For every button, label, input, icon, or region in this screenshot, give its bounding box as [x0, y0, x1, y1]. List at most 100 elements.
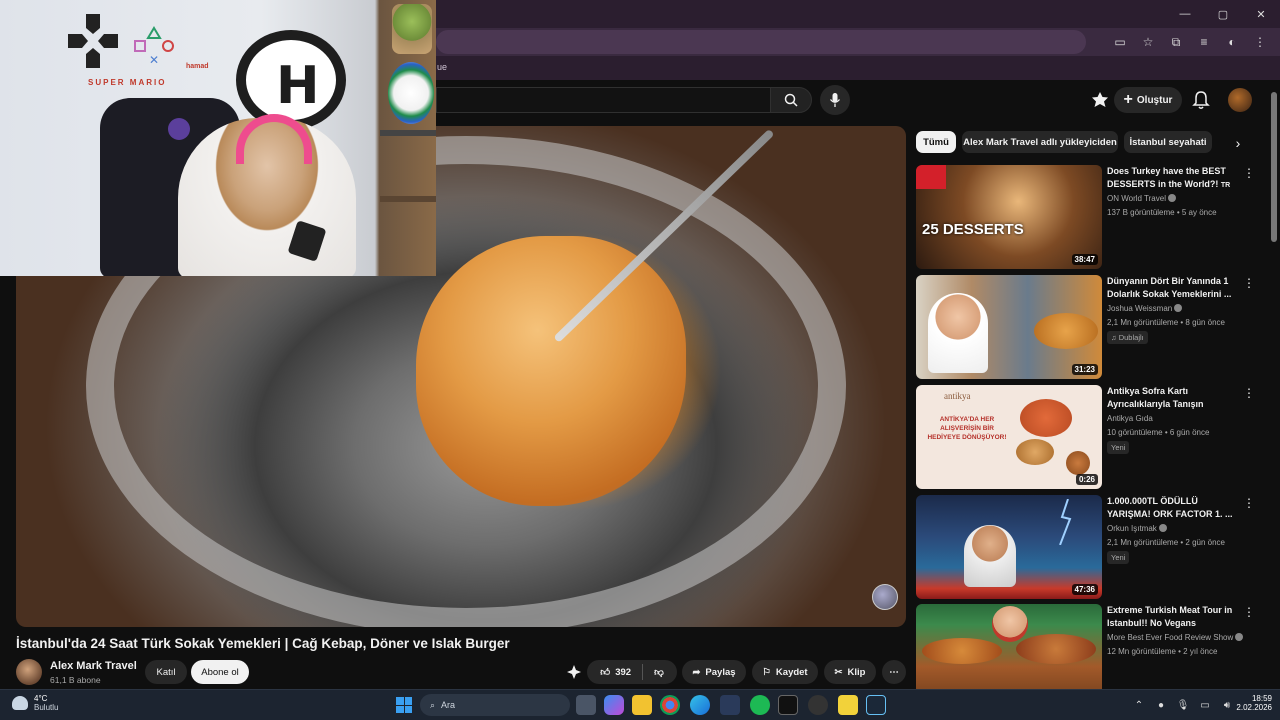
ask-ai-icon[interactable]	[566, 664, 582, 680]
channel-watermark[interactable]	[872, 584, 898, 610]
chevron-right-icon[interactable]: ›	[1228, 133, 1248, 153]
chip-from-uploader[interactable]: Alex Mark Travel adlı yükleyiciden	[962, 131, 1118, 153]
channel-name[interactable]: ON World Travel	[1107, 194, 1176, 203]
svg-text:✕: ✕	[149, 53, 159, 66]
browser-menu-icon[interactable]: ⋮	[1250, 32, 1270, 52]
language-tag: TR	[1220, 182, 1231, 189]
window-controls: — ▢ ✕	[1166, 0, 1280, 28]
video-thumbnail[interactable]: antikya ANTİKYA'DA HER ALIŞVERİŞİN BİR H…	[916, 385, 1102, 489]
edge-icon[interactable]	[690, 695, 710, 715]
more-vertical-icon[interactable]: ⋮	[1242, 495, 1256, 511]
dislike-button[interactable]: 👎︎	[654, 666, 664, 678]
minimize-button[interactable]: —	[1166, 0, 1204, 28]
verified-icon	[1167, 194, 1176, 202]
video-thumbnail[interactable]: 25 DESSERTS 38:47	[916, 165, 1102, 269]
channel-name-text: Joshua Weissman	[1107, 304, 1173, 313]
subscribe-button[interactable]: Abone ol	[191, 660, 249, 684]
webcam-overlay: ✕ H SUPER MARIO hamad	[0, 0, 436, 276]
recommended-video[interactable]: 25 DESSERTS 38:47 Does Turkey have the B…	[916, 165, 1266, 269]
search-input[interactable]	[436, 87, 770, 113]
video-thumbnail[interactable]: 47:36	[916, 495, 1102, 599]
dpad-wall-decor	[68, 14, 118, 68]
tray-app-icon[interactable]: ●	[1154, 698, 1168, 712]
thumbnail-food	[1034, 313, 1098, 349]
obs-icon[interactable]	[808, 695, 828, 715]
video-duration: 31:23	[1071, 364, 1098, 375]
windows-start-icon[interactable]	[396, 697, 412, 713]
video-title: İstanbul'da 24 Saat Türk Sokak Yemekleri…	[16, 636, 510, 651]
more-vertical-icon[interactable]: ⋮	[1242, 604, 1256, 620]
recommended-video[interactable]: 47:36 1.000.000TL ÖDÜLLÜ YARIŞMA! ORK FA…	[916, 495, 1266, 599]
task-view-icon[interactable]	[576, 695, 596, 715]
extensions-icon[interactable]: ⧉	[1166, 32, 1186, 52]
maximize-button[interactable]: ▢	[1204, 0, 1242, 28]
create-button[interactable]: + Oluştur	[1114, 87, 1182, 113]
store-icon[interactable]	[720, 695, 740, 715]
g-app-icon[interactable]	[778, 695, 798, 715]
save-button[interactable]: ⚐ Kaydet	[752, 660, 818, 684]
taskbar-search[interactable]: ⌕ Ara	[420, 694, 570, 716]
join-button[interactable]: Katıl	[145, 660, 187, 684]
chip-all[interactable]: Tümü	[916, 131, 956, 153]
more-vertical-icon[interactable]: ⋮	[1242, 165, 1256, 181]
video-title[interactable]: Extreme Turkish Meat Tour in Istanbul!! …	[1107, 604, 1233, 630]
lightning-graphic	[1059, 499, 1072, 545]
clock[interactable]: 18:59 2.02.2026	[1228, 694, 1272, 712]
channel-name[interactable]: Joshua Weissman	[1107, 304, 1183, 313]
video-thumbnail[interactable]: 31:23	[916, 275, 1102, 379]
channel-name[interactable]: Alex Mark Travel	[50, 660, 137, 672]
bookmark-star-icon[interactable]: ☆	[1138, 32, 1158, 52]
badge-text: Dublajlı	[1118, 333, 1144, 342]
voice-search-button[interactable]	[820, 85, 850, 115]
address-bar[interactable]	[436, 30, 1086, 54]
recommended-video[interactable]: antikya ANTİKYA'DA HER ALIŞVERİŞİN BİR H…	[916, 385, 1266, 489]
cast-icon[interactable]: ▭	[1110, 32, 1130, 52]
channel-avatar[interactable]	[16, 659, 42, 685]
profile-icon[interactable]: ◐	[1222, 32, 1242, 52]
video-title[interactable]: 1.000.000TL ÖDÜLLÜ YARIŞMA! ORK FACTOR 1…	[1107, 495, 1233, 521]
share-button[interactable]: ➦ Paylaş	[682, 660, 746, 684]
chevron-up-icon[interactable]: ⌃	[1132, 698, 1146, 712]
video-title[interactable]: Does Turkey have the BEST DESSERTS in th…	[1107, 165, 1233, 191]
more-actions-button[interactable]: ⋯	[882, 660, 906, 684]
recommended-video[interactable]: Extreme Turkish Meat Tour in Istanbul!! …	[916, 604, 1266, 689]
app-icon[interactable]	[838, 695, 858, 715]
clip-button[interactable]: ✂ Klip	[824, 660, 876, 684]
weather-widget[interactable]: 4°C Bulutlu	[12, 694, 58, 712]
like-button[interactable]: 👍︎ 392	[600, 666, 631, 679]
close-window-button[interactable]: ✕	[1242, 0, 1280, 28]
channel-name[interactable]: Antikya Gıda	[1107, 414, 1153, 423]
scissors-icon: ✂	[834, 666, 843, 678]
page-scrollbar[interactable]	[1271, 92, 1277, 242]
bookmark-item[interactable]: ue	[437, 62, 447, 72]
new-badge: Yeni	[1107, 441, 1130, 454]
copilot-icon[interactable]	[604, 695, 624, 715]
display-icon[interactable]: ▭	[1198, 698, 1212, 712]
steam-icon[interactable]	[866, 695, 886, 715]
account-avatar[interactable]	[1228, 88, 1252, 112]
search-button[interactable]	[770, 87, 812, 113]
video-title[interactable]: Antikya Sofra Kartı Ayrıcalıklarıyla Tan…	[1107, 385, 1233, 411]
subscriber-count: 61,1 B abone	[50, 675, 101, 685]
cloud-icon	[12, 696, 28, 710]
h-logo-wall-decor: H	[236, 30, 346, 130]
notifications-bell-icon[interactable]	[1192, 90, 1210, 110]
youtube-premium-icon[interactable]	[1090, 91, 1110, 109]
recommended-video[interactable]: 31:23 Dünyanın Dört Bir Yanında 1 Dolarl…	[916, 275, 1266, 379]
spotify-icon[interactable]	[750, 695, 770, 715]
video-title[interactable]: Dünyanın Dört Bir Yanında 1 Dolarlık Sok…	[1107, 275, 1233, 301]
more-vertical-icon[interactable]: ⋮	[1242, 275, 1256, 291]
more-vertical-icon[interactable]: ⋮	[1242, 385, 1256, 401]
video-frame-food	[416, 236, 686, 506]
thumbnail-food	[1066, 451, 1090, 475]
thumbnail-food	[1016, 634, 1096, 664]
channel-name[interactable]: Orkun Işıtmak	[1107, 524, 1167, 533]
video-thumbnail[interactable]	[916, 604, 1102, 689]
file-explorer-icon[interactable]	[632, 695, 652, 715]
chip-istanbul-travel[interactable]: İstanbul seyahati	[1124, 131, 1212, 153]
media-controls-icon[interactable]: ≡	[1194, 32, 1214, 52]
chair-logo	[168, 118, 190, 140]
chrome-icon[interactable]	[660, 695, 680, 715]
microphone-icon[interactable]: 🎙︎	[1176, 698, 1190, 712]
channel-name[interactable]: More Best Ever Food Review Show	[1107, 633, 1244, 642]
